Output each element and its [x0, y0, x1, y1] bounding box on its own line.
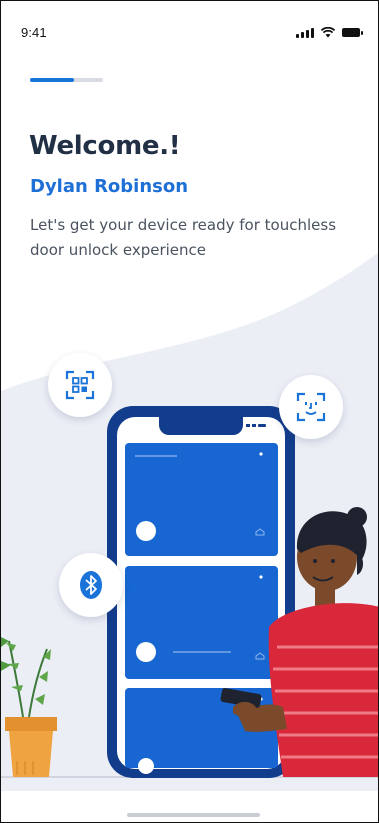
face-scan-badge [279, 375, 343, 439]
home-indicator[interactable] [127, 813, 260, 817]
bluetooth-icon [80, 571, 102, 599]
qr-code-icon [65, 370, 95, 400]
onboarding-screen: 9:41 Welcome.! Dylan Robinson Let's get … [0, 0, 379, 823]
face-id-icon [296, 392, 326, 422]
qr-scan-badge [48, 353, 112, 417]
bluetooth-badge [59, 553, 123, 617]
